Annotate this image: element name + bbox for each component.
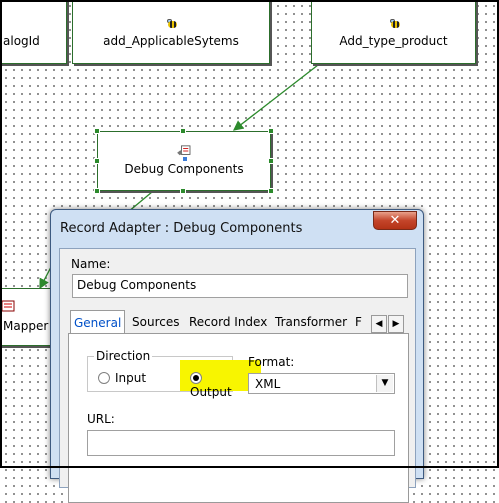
selection-handle[interactable] xyxy=(94,188,100,194)
chevron-right-icon: ▶ xyxy=(392,319,400,329)
selection-handle[interactable] xyxy=(94,128,100,134)
radio-input[interactable]: Input xyxy=(98,371,146,385)
node-add-type-product[interactable]: Add_type_product xyxy=(311,0,476,64)
dialog-client-area: Name: Debug Components General Sources R… xyxy=(59,248,416,503)
tab-scroll-right-button[interactable]: ▶ xyxy=(388,315,404,333)
dialog-title: Record Adapter : Debug Components xyxy=(60,221,303,236)
node-alogid[interactable]: alogId xyxy=(0,0,67,64)
tab-transformer[interactable]: Transformer xyxy=(272,312,350,334)
tab-scroll-left-button[interactable]: ◀ xyxy=(371,315,387,333)
record-adapter-dialog: Record Adapter : Debug Components ✕ Name… xyxy=(50,209,424,503)
node-debug-components[interactable]: Debug Components xyxy=(94,128,274,194)
node-label: Debug Components xyxy=(124,162,244,176)
tab-sources[interactable]: Sources xyxy=(129,312,182,334)
selection-handle[interactable] xyxy=(268,158,274,164)
node-mapper[interactable]: Mapper xyxy=(0,288,52,346)
name-label: Name: xyxy=(71,257,111,271)
format-select-value: XML xyxy=(255,377,281,391)
node-label: add_ApplicableSytems xyxy=(103,34,239,48)
name-input-value: Debug Components xyxy=(77,278,197,292)
close-icon: ✕ xyxy=(389,213,401,228)
radio-input-circle[interactable] xyxy=(98,372,110,384)
selection-handle[interactable] xyxy=(180,128,186,134)
chevron-left-icon: ◀ xyxy=(375,319,383,329)
direction-group: Direction Input Output xyxy=(87,349,261,399)
url-input[interactable] xyxy=(87,430,395,456)
port-marker xyxy=(182,156,188,162)
radio-input-label: Input xyxy=(115,371,147,385)
node-label: Add_type_product xyxy=(339,34,448,48)
bee-icon xyxy=(389,19,401,29)
connector-to-debug xyxy=(232,64,319,131)
close-button[interactable]: ✕ xyxy=(373,211,417,230)
format-select[interactable]: XML ▼ xyxy=(248,373,395,394)
format-label: Format: xyxy=(248,355,295,369)
node-label: alogId xyxy=(3,34,40,48)
node-label: Mapper xyxy=(3,319,49,333)
tab-record-index[interactable]: Record Index xyxy=(186,312,270,334)
radio-output[interactable]: Output xyxy=(190,371,232,399)
url-label: URL: xyxy=(87,412,115,426)
selection-handle[interactable] xyxy=(268,188,274,194)
tab-general[interactable]: General xyxy=(70,310,126,335)
selection-handle[interactable] xyxy=(180,188,186,194)
direction-title: Direction xyxy=(94,349,153,363)
selection-handle[interactable] xyxy=(94,158,100,164)
bee-icon xyxy=(166,19,178,29)
chevron-down-icon[interactable]: ▼ xyxy=(376,375,393,392)
node-add-applicablesytems[interactable]: add_ApplicableSytems xyxy=(72,0,270,64)
radio-output-circle[interactable] xyxy=(190,372,202,384)
radio-output-label: Output xyxy=(190,385,232,399)
tab-strip: General Sources Record Index Transformer… xyxy=(70,310,362,335)
name-input[interactable]: Debug Components xyxy=(72,274,408,298)
selection-handle[interactable] xyxy=(268,128,274,134)
tab-overflow[interactable]: F xyxy=(352,312,365,334)
mapper-icon xyxy=(1,300,15,312)
